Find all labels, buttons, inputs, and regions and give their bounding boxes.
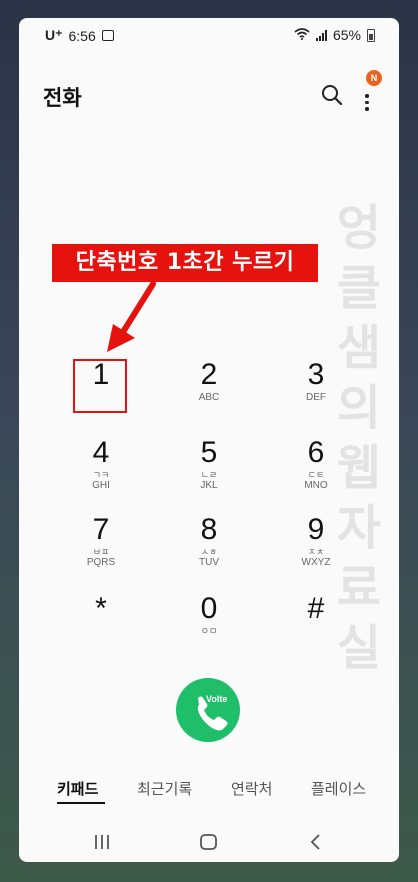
instruction-callout: 단축번호 1초간 누르기 <box>52 244 318 282</box>
status-bar: U⁺ 6:56 65% <box>19 18 399 52</box>
dial-key-digit: 3 <box>307 358 325 391</box>
tab-places[interactable]: 플레이스 <box>311 778 366 799</box>
dial-key-jamo: ㅇㅁ <box>200 626 218 636</box>
dial-key-8[interactable]: 8 ㅅㅎ TUV <box>154 513 264 577</box>
dial-key-letters: DEF <box>306 392 326 403</box>
dial-key-0[interactable]: 0 ㅇㅁ <box>154 592 264 656</box>
recent-apps-icon <box>95 835 109 849</box>
dial-key-7[interactable]: 7 ㅂㅍ PQRS <box>46 513 156 577</box>
notification-badge: N <box>366 70 382 86</box>
dial-key-digit: 4 <box>92 436 110 469</box>
status-right: 65% <box>294 27 375 43</box>
dial-key-digit: # <box>307 592 325 625</box>
page-title: 전화 <box>43 86 82 110</box>
dial-key-digit: * <box>95 592 107 625</box>
battery-icon <box>367 28 375 42</box>
back-button[interactable] <box>304 830 328 854</box>
dial-key-letters: WXYZ <box>301 557 331 568</box>
volte-label: Volte <box>206 694 228 704</box>
bottom-tabs: 키패드 최근기록 연락처 플레이스 <box>19 778 399 818</box>
dial-key-2[interactable]: 2 ABC <box>154 358 264 422</box>
dial-key-jamo: ㅈㅊ <box>307 547 325 557</box>
dial-key-star[interactable]: * <box>46 592 156 656</box>
dial-key-digit: 6 <box>307 436 325 469</box>
back-icon <box>310 834 320 850</box>
phone-icon <box>197 696 228 731</box>
search-icon <box>322 85 343 106</box>
wifi-icon <box>294 27 310 43</box>
dial-key-digit: 2 <box>200 358 218 391</box>
dial-key-digit: 7 <box>92 513 110 546</box>
dial-key-jamo: ㄱㅋ <box>92 470 110 480</box>
dial-key-digit: 0 <box>200 592 218 625</box>
dial-key-3[interactable]: 3 DEF <box>261 358 371 422</box>
dial-key-digit: 9 <box>307 513 325 546</box>
dial-key-letters: JKL <box>200 480 218 491</box>
signal-icon <box>315 29 327 41</box>
dial-key-jamo: ㄷㅌ <box>307 470 325 480</box>
phone-screen: U⁺ 6:56 65% 전화 N 엉클샘의웹자료실 단축번호 1초간 누르기 1… <box>19 18 399 862</box>
call-button[interactable]: Volte <box>176 678 240 742</box>
dial-key-letters: MNO <box>304 480 328 491</box>
dial-key-jamo: ㄴㄹ <box>200 470 218 480</box>
active-tab-indicator <box>57 802 105 804</box>
status-left: U⁺ 6:56 <box>45 27 114 44</box>
battery-percent: 65% <box>332 27 361 43</box>
tab-recents[interactable]: 최근기록 <box>137 778 192 799</box>
gallery-notification-icon <box>101 30 114 41</box>
dial-key-5[interactable]: 5 ㄴㄹ JKL <box>154 436 264 500</box>
dial-key-digit: 5 <box>200 436 218 469</box>
dial-key-letters: PQRS <box>86 557 116 568</box>
home-icon <box>200 834 217 850</box>
recent-apps-button[interactable] <box>90 830 114 854</box>
dial-key-9[interactable]: 9 ㅈㅊ WXYZ <box>261 513 371 577</box>
dial-key-letters: TUV <box>199 557 219 568</box>
key-1-highlight-box <box>73 359 127 413</box>
system-nav-bar <box>19 822 399 862</box>
search-button[interactable] <box>319 82 345 108</box>
dial-key-jamo: ㅅㅎ <box>200 547 218 557</box>
tab-keypad[interactable]: 키패드 <box>57 778 98 799</box>
tab-contacts[interactable]: 연락처 <box>231 778 272 799</box>
clock: 6:56 <box>68 27 96 44</box>
carrier-label: U⁺ <box>45 27 63 43</box>
arrow-icon <box>107 281 156 352</box>
dial-key-jamo: ㅂㅍ <box>92 547 110 557</box>
dial-key-4[interactable]: 4 ㄱㅋ GHI <box>46 436 156 500</box>
dial-key-hash[interactable]: # <box>261 592 371 656</box>
dial-key-digit: 8 <box>200 513 218 546</box>
dial-key-6[interactable]: 6 ㄷㅌ MNO <box>261 436 371 500</box>
dial-key-letters: GHI <box>92 480 110 491</box>
dial-key-letters: ABC <box>198 392 220 403</box>
home-button[interactable] <box>197 830 221 854</box>
